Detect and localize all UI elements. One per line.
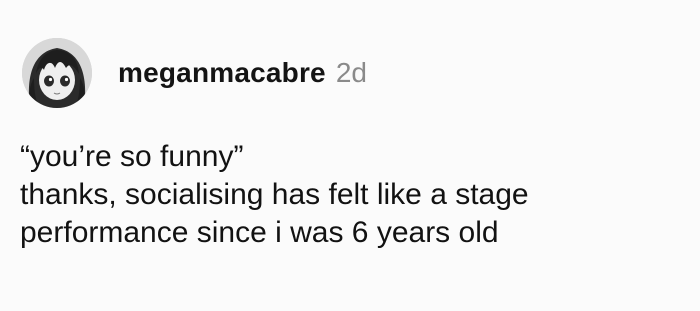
username[interactable]: meganmacabre bbox=[118, 57, 326, 89]
avatar[interactable] bbox=[22, 38, 92, 108]
post-timestamp: 2d bbox=[335, 57, 367, 88]
reply-line-1: thanks, socialising has felt like a stag… bbox=[20, 178, 529, 211]
quote-line: “you’re so funny” bbox=[20, 140, 244, 173]
post-header: meganmacabre 2d bbox=[22, 38, 367, 108]
anime-girl-avatar-icon bbox=[22, 38, 92, 108]
post-card: meganmacabre 2d “you’re so funny” thanks… bbox=[0, 0, 700, 311]
post-body: “you’re so funny” thanks, socialising ha… bbox=[20, 138, 680, 252]
reply-line-2: performance since i was 6 years old bbox=[20, 216, 499, 249]
